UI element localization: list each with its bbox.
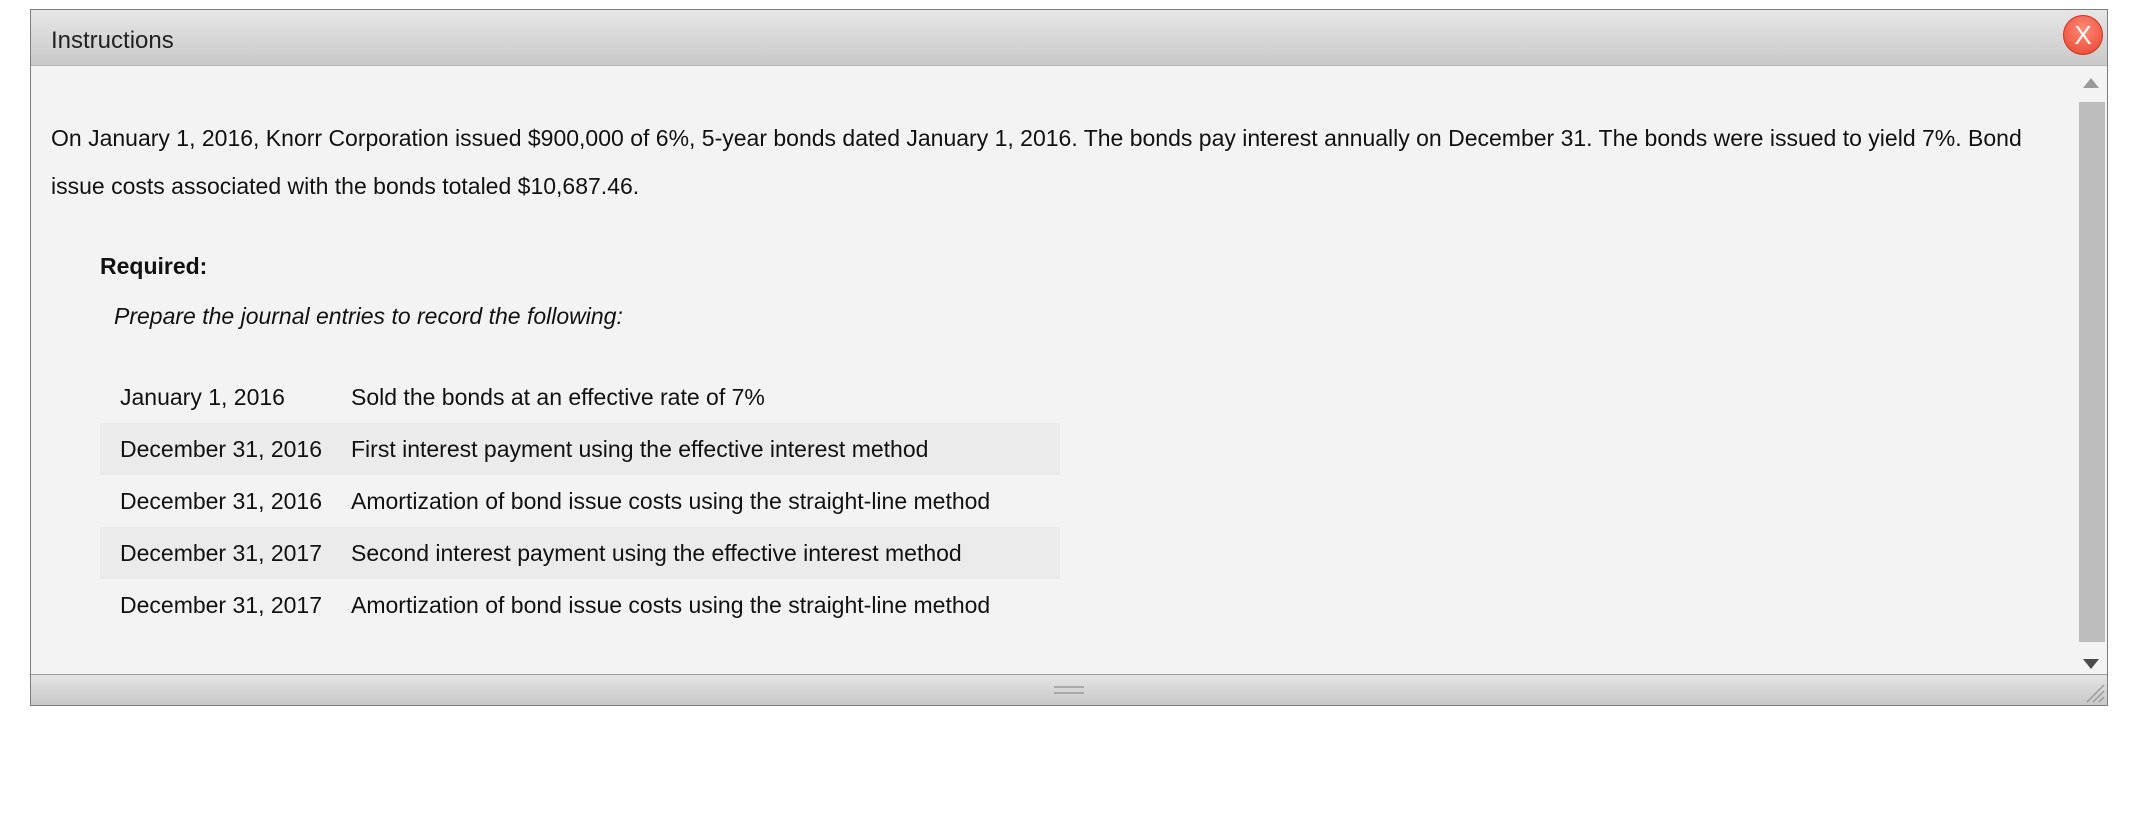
- scroll-thumb[interactable]: [2079, 102, 2105, 642]
- table-row: December 31, 2016 First interest payment…: [100, 423, 1060, 475]
- task-description: Amortization of bond issue costs using t…: [351, 591, 991, 618]
- instruction-text: Prepare the journal entries to record th…: [114, 303, 623, 329]
- resize-corner-icon[interactable]: [2083, 681, 2105, 703]
- task-date: January 1, 2016: [120, 383, 285, 410]
- task-description: Second interest payment using the effect…: [351, 527, 1060, 579]
- task-date: December 31, 2016: [100, 423, 351, 475]
- table-row: January 1, 2016 Sold the bonds at an eff…: [100, 371, 1060, 423]
- task-date: December 31, 2017: [100, 527, 351, 579]
- task-date: December 31, 2017: [120, 591, 323, 618]
- close-icon: X: [2074, 20, 2092, 50]
- dialog-footer: [31, 674, 2107, 705]
- chevron-down-icon[interactable]: [2083, 659, 2099, 669]
- task-table: January 1, 2016 Sold the bonds at an eff…: [100, 371, 1060, 631]
- close-button[interactable]: X: [2063, 15, 2103, 55]
- task-description: Sold the bonds at an effective rate of 7…: [351, 383, 765, 410]
- problem-intro: On January 1, 2016, Knorr Corporation is…: [51, 125, 2022, 199]
- dialog-title: Instructions: [51, 27, 174, 54]
- table-row: December 31, 2017 Amortization of bond i…: [100, 579, 1060, 631]
- task-description: Amortization of bond issue costs using t…: [351, 487, 991, 514]
- instructions-dialog: Instructions X On January 1, 2016, Knorr…: [30, 9, 2108, 706]
- required-heading: Required:: [100, 253, 208, 279]
- table-row: December 31, 2016 Amortization of bond i…: [100, 475, 1060, 527]
- dialog-content: On January 1, 2016, Knorr Corporation is…: [31, 66, 2072, 680]
- drag-grip-icon[interactable]: [1054, 686, 1084, 694]
- table-row: December 31, 2017 Second interest paymen…: [100, 527, 1060, 579]
- task-date: December 31, 2016: [120, 487, 323, 514]
- chevron-up-icon[interactable]: [2083, 78, 2099, 88]
- dialog-titlebar[interactable]: Instructions X: [31, 10, 2107, 66]
- task-description: First interest payment using the effecti…: [351, 423, 1060, 475]
- vertical-scrollbar[interactable]: [2075, 66, 2107, 681]
